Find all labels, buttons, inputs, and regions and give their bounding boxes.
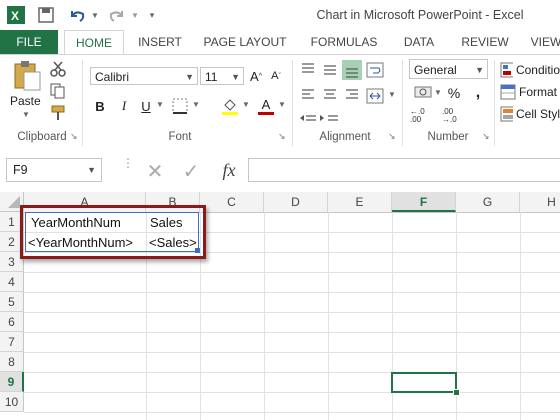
font-size-select[interactable]: 11 ▼ (200, 67, 244, 85)
cancel-icon[interactable]: ✕ (144, 160, 166, 183)
conditional-formatting-button[interactable]: Conditio (500, 60, 560, 80)
tab-review[interactable]: REVIEW (454, 30, 516, 54)
font-group-label: Font (168, 131, 192, 143)
row-header-8[interactable]: 8 (0, 352, 24, 372)
insert-function-icon[interactable]: fx (216, 158, 242, 182)
number-group-label: Number (427, 131, 469, 143)
conditional-formatting-icon (500, 62, 513, 78)
increase-decimal-icon[interactable]: ←.0.00 (410, 108, 440, 126)
decrease-font-icon[interactable]: Aˇ (268, 67, 284, 85)
customize-qat-icon[interactable]: ▾ (146, 6, 158, 24)
redo-dropdown-icon[interactable]: ▼ (130, 6, 140, 24)
row-header-6[interactable]: 6 (0, 312, 24, 332)
borders-icon[interactable] (170, 96, 190, 116)
save-icon[interactable] (36, 6, 56, 24)
cell-styles-icon (500, 106, 513, 122)
undo-icon[interactable] (66, 6, 88, 24)
font-color-dropdown-icon[interactable]: ▼ (278, 100, 286, 109)
font-color-icon[interactable]: A (256, 96, 276, 116)
fill-color-icon[interactable] (220, 96, 240, 116)
merge-center-icon[interactable] (364, 86, 386, 106)
excel-logo-icon: X (6, 6, 26, 24)
paste-dropdown-icon: ▼ (22, 110, 30, 119)
svg-text:X: X (11, 9, 19, 23)
tab-file[interactable]: FILE (0, 30, 58, 54)
row-header-7[interactable]: 7 (0, 332, 24, 352)
clipboard-launcher-icon[interactable]: ↘ (70, 131, 78, 142)
borders-dropdown-icon[interactable]: ▼ (192, 100, 200, 109)
column-header-d[interactable]: D (264, 192, 328, 212)
format-painter-icon[interactable] (48, 104, 68, 122)
merge-dropdown-icon[interactable]: ▼ (388, 90, 396, 99)
format-as-table-label: Format (519, 85, 558, 99)
decrease-decimal-icon[interactable]: .00 →.0 (442, 108, 472, 126)
redo-icon[interactable] (106, 6, 128, 24)
highlight-annotation-box (20, 205, 206, 259)
selected-cell-f9[interactable] (391, 372, 457, 393)
cut-icon[interactable] (48, 60, 68, 78)
percent-icon[interactable]: % (446, 84, 462, 102)
wrap-text-icon[interactable] (364, 60, 386, 80)
font-launcher-icon[interactable]: ↘ (278, 131, 286, 142)
copy-icon[interactable] (48, 82, 68, 100)
window-title: Chart in Microsoft PowerPoint - Excel (316, 8, 524, 22)
accounting-format-icon[interactable] (412, 84, 434, 102)
tab-view[interactable]: VIEW (526, 30, 560, 54)
conditional-formatting-label: Conditio (515, 63, 560, 77)
fill-color-dropdown-icon[interactable]: ▼ (242, 100, 250, 109)
tab-data[interactable]: DATA (394, 30, 444, 54)
column-header-h[interactable]: H (520, 192, 560, 212)
underline-dropdown-icon[interactable]: ▼ (156, 100, 164, 109)
column-header-e[interactable]: E (328, 192, 392, 212)
formula-bar-grip-icon[interactable]: ⋮ (122, 157, 134, 180)
fill-handle[interactable] (453, 389, 460, 396)
alignment-group-label: Alignment (319, 131, 371, 143)
number-format-select[interactable]: General ▼ (409, 59, 488, 79)
italic-icon[interactable]: I (116, 96, 132, 116)
column-header-g[interactable]: G (456, 192, 520, 212)
cell-styles-label: Cell Styl (515, 107, 560, 121)
accounting-dropdown-icon[interactable]: ▼ (434, 88, 442, 97)
paste-button[interactable]: Paste ▼ (8, 60, 46, 120)
paste-label: Paste (10, 94, 41, 108)
cell-styles-button[interactable]: Cell Styl (500, 104, 560, 124)
column-header-f[interactable]: F (392, 192, 456, 212)
enter-icon[interactable]: ✓ (180, 160, 202, 183)
tab-insert[interactable]: INSERT (132, 30, 188, 54)
comma-style-icon[interactable]: , (470, 84, 486, 102)
row-header-5[interactable]: 5 (0, 292, 24, 312)
name-box[interactable]: F9 ▼ (6, 158, 102, 182)
row-header-9[interactable]: 9 (0, 372, 24, 392)
font-name-select[interactable]: Calibri ▼ (90, 67, 198, 85)
number-launcher-icon[interactable]: ↘ (482, 131, 490, 142)
bold-icon[interactable]: B (92, 96, 108, 116)
tab-page-layout[interactable]: PAGE LAYOUT (198, 30, 292, 54)
tab-formulas[interactable]: FORMULAS (304, 30, 384, 54)
paste-icon (14, 61, 41, 91)
alignment-launcher-icon[interactable]: ↘ (388, 131, 396, 142)
name-box-dropdown-icon[interactable]: ▼ (87, 159, 96, 181)
underline-icon[interactable]: U (138, 96, 154, 116)
undo-dropdown-icon[interactable]: ▼ (90, 6, 100, 24)
column-header-c[interactable]: C (200, 192, 264, 212)
format-as-table-button[interactable]: Format (500, 82, 560, 102)
increase-font-icon[interactable]: A ^ (248, 67, 264, 85)
formula-input[interactable] (248, 158, 560, 182)
row-header-10[interactable]: 10 (0, 392, 24, 412)
row-header-4[interactable]: 4 (0, 272, 24, 292)
tab-home[interactable]: HOME (64, 30, 124, 56)
format-as-table-icon (500, 84, 516, 100)
